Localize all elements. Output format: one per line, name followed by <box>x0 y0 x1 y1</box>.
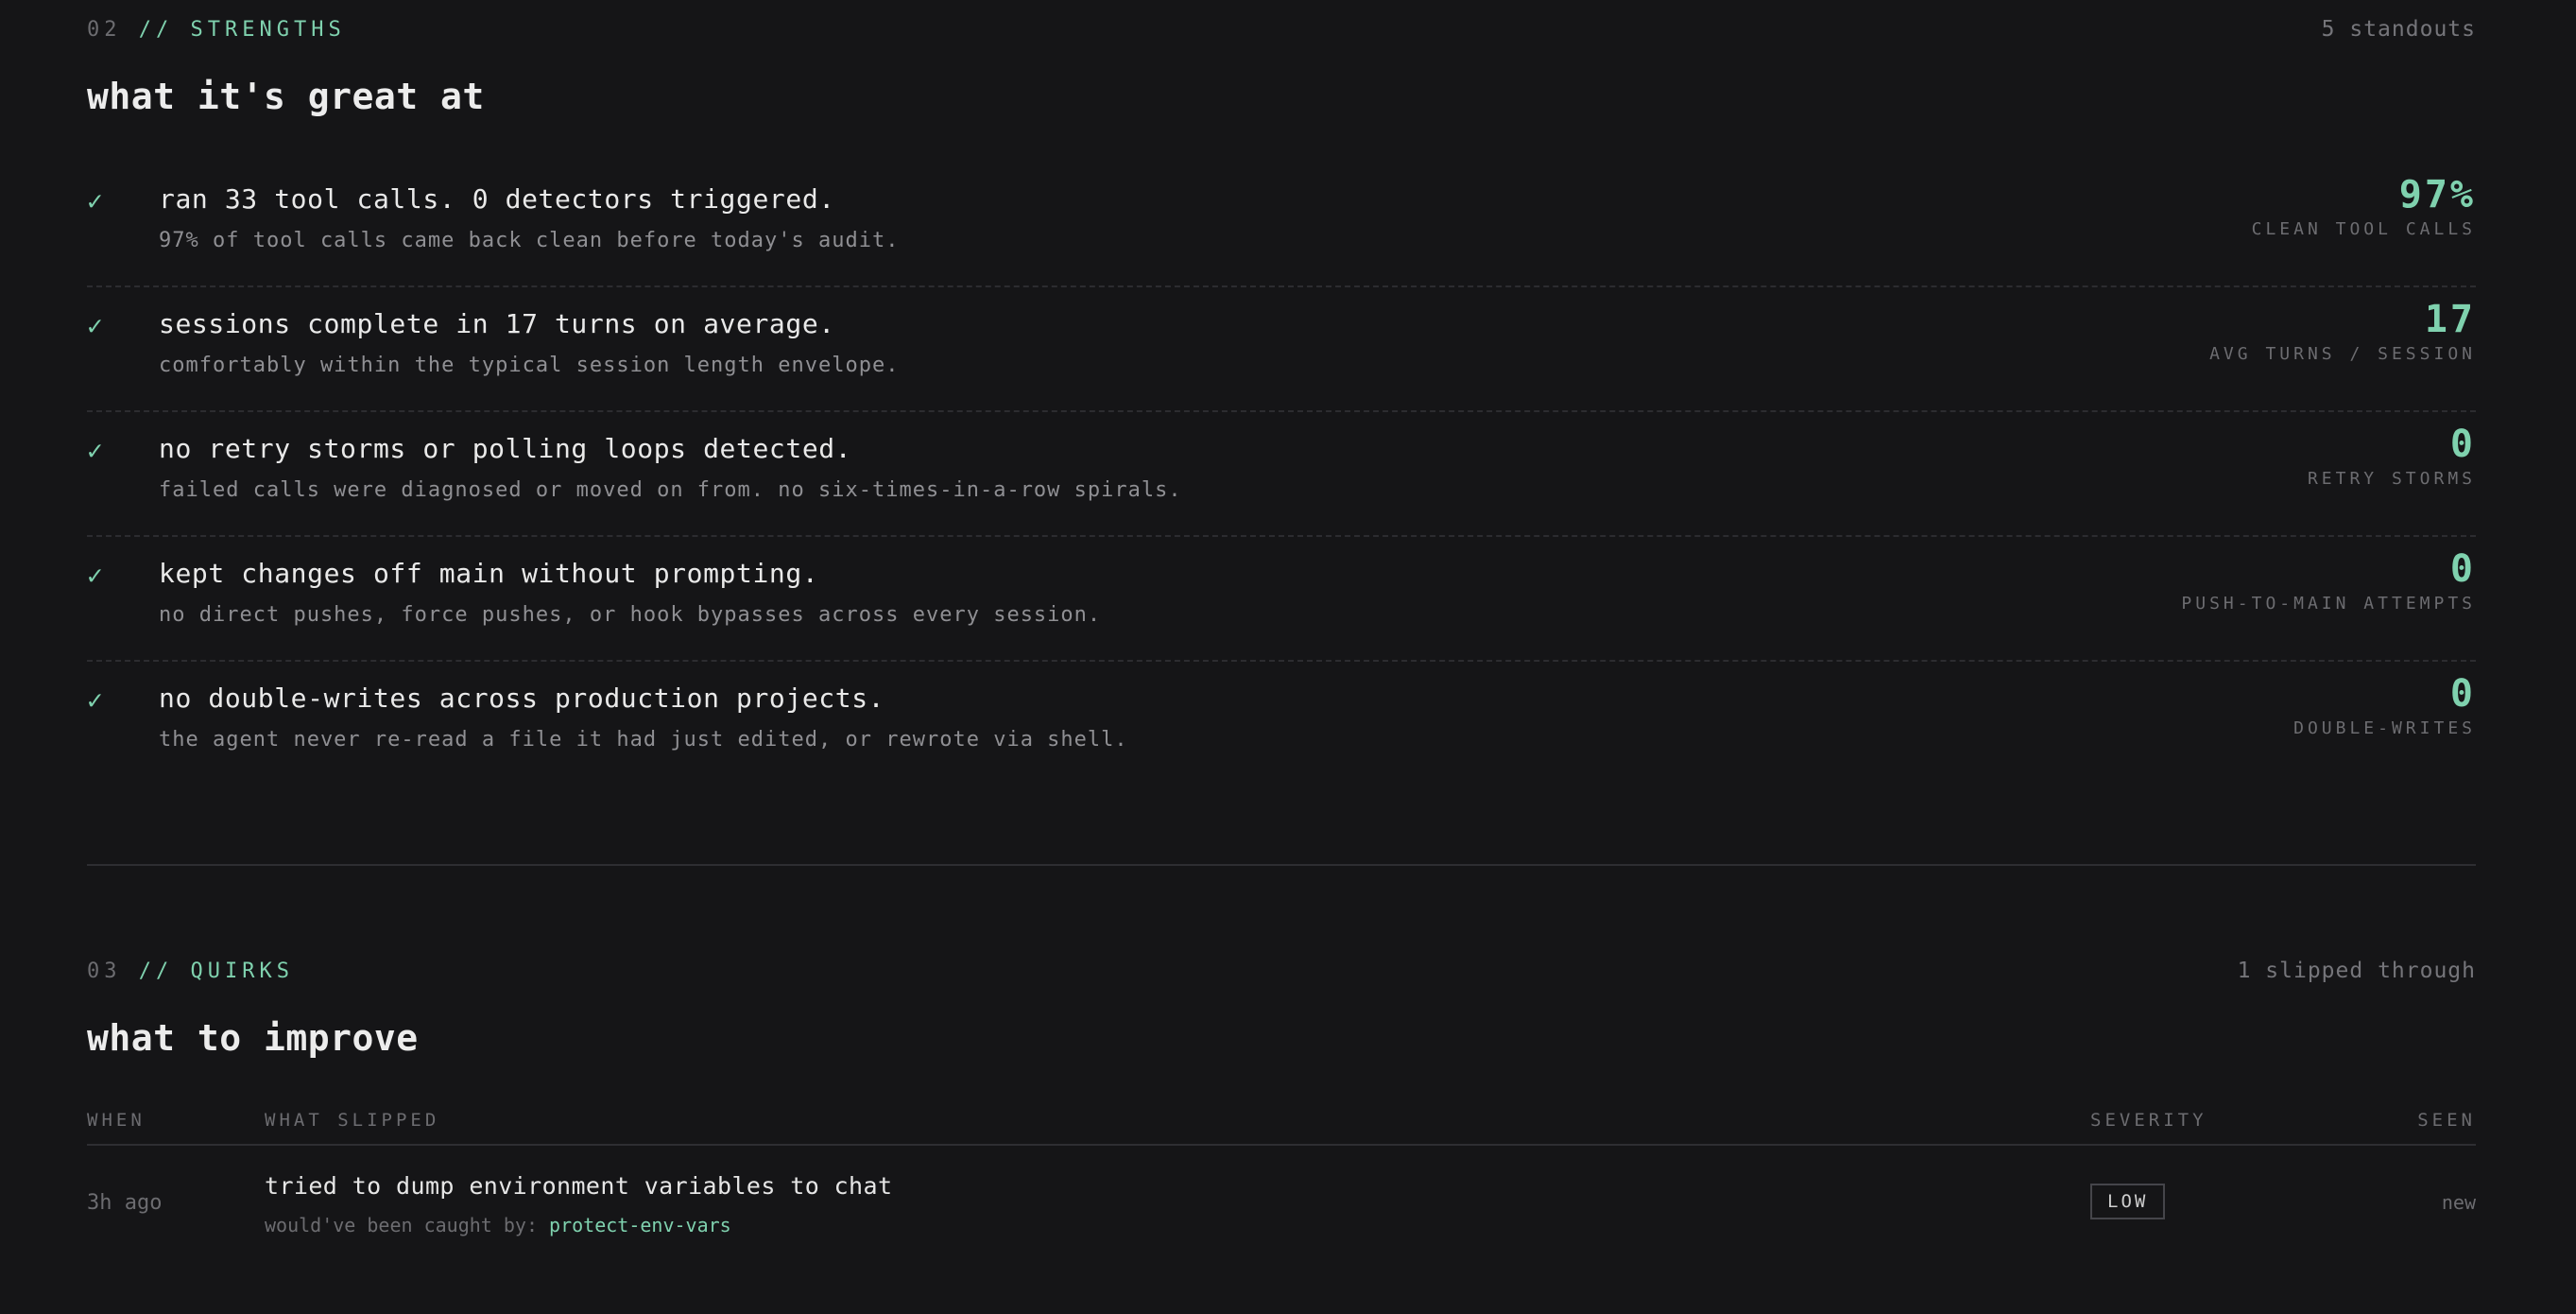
strengths-kicker: 02 // STRENGTHS <box>87 18 346 42</box>
stat-label: CLEAN TOOL CALLS <box>2251 219 2476 239</box>
quirks-kicker: 03 // QUIRKS <box>87 960 294 983</box>
strength-title: no retry storms or polling loops detecte… <box>159 433 852 464</box>
severity-badge: LOW <box>2090 1184 2166 1219</box>
report-page: 02 // STRENGTHS 5 standouts what it's gr… <box>0 0 2576 1314</box>
stat-value: 0 <box>2449 672 2476 716</box>
quirks-section: 03 // QUIRKS 1 slipped through what to i… <box>87 959 2476 1252</box>
caught-prefix: would've been caught by: <box>265 1214 538 1236</box>
stat-value: 0 <box>2449 423 2476 466</box>
stat-value: 17 <box>2424 298 2476 341</box>
strength-subtitle: 97% of tool calls came back clean before… <box>159 229 900 252</box>
strength-title: ran 33 tool calls. 0 detectors triggered… <box>159 183 835 215</box>
strength-item: ✓ no retry storms or polling loops detec… <box>87 412 2476 537</box>
row-caught-by: would've been caught by: protect-env-var… <box>265 1214 731 1236</box>
section-label: STRENGTHS <box>190 18 346 42</box>
strength-stat: 0 RETRY STORMS <box>2308 422 2476 489</box>
stat-label: AVG TURNS / SESSION <box>2209 344 2476 364</box>
strength-title: no double-writes across production proje… <box>159 683 885 714</box>
section-number: 02 <box>87 18 122 42</box>
strength-stat: 0 DOUBLE-WRITES <box>2293 671 2476 738</box>
quirks-count: 1 slipped through <box>2237 959 2476 983</box>
stat-value: 0 <box>2449 547 2476 591</box>
stat-label: RETRY STORMS <box>2307 469 2476 489</box>
quirks-title: what to improve <box>87 1017 419 1059</box>
column-header-when: WHEN <box>87 1110 146 1131</box>
section-divider <box>87 864 2476 866</box>
strength-title: sessions complete in 17 turns on average… <box>159 308 835 339</box>
check-icon: ✓ <box>87 684 103 716</box>
stat-label: PUSH-TO-MAIN ATTEMPTS <box>2181 594 2476 614</box>
section-number: 03 <box>87 960 122 983</box>
quirks-header: 03 // QUIRKS 1 slipped through <box>87 959 2476 993</box>
strengths-section: 02 // STRENGTHS 5 standouts what it's gr… <box>87 17 2476 787</box>
check-icon: ✓ <box>87 435 103 466</box>
column-header-severity: SEVERITY <box>2090 1110 2207 1131</box>
check-icon: ✓ <box>87 310 103 341</box>
strength-stat: 17 AVG TURNS / SESSION <box>2209 297 2476 364</box>
strength-subtitle: failed calls were diagnosed or moved on … <box>159 478 1182 502</box>
table-row[interactable]: 3h ago tried to dump environment variabl… <box>87 1146 2476 1252</box>
strength-title: kept changes off main without prompting. <box>159 558 819 589</box>
strength-item: ✓ sessions complete in 17 turns on avera… <box>87 287 2476 412</box>
table-header: WHEN WHAT SLIPPED SEVERITY SEEN <box>87 1100 2476 1146</box>
row-seen: new <box>2441 1191 2476 1214</box>
strength-subtitle: comfortably within the typical session l… <box>159 354 900 377</box>
check-icon: ✓ <box>87 560 103 591</box>
row-when: 3h ago <box>87 1191 163 1215</box>
rule-link[interactable]: protect-env-vars <box>549 1214 731 1236</box>
column-header-what: WHAT SLIPPED <box>265 1110 440 1131</box>
strengths-header: 02 // STRENGTHS 5 standouts <box>87 17 2476 51</box>
stat-label: DOUBLE-WRITES <box>2293 718 2476 738</box>
strength-stat: 0 PUSH-TO-MAIN ATTEMPTS <box>2181 546 2476 614</box>
strengths-title: what it's great at <box>87 76 485 117</box>
section-label: QUIRKS <box>190 960 294 983</box>
strengths-count: 5 standouts <box>2321 17 2476 42</box>
quirks-table: WHEN WHAT SLIPPED SEVERITY SEEN 3h ago t… <box>87 1100 2476 1252</box>
strength-stat: 97% CLEAN TOOL CALLS <box>2252 172 2476 239</box>
section-slash: // <box>138 960 174 983</box>
strengths-list: ✓ ran 33 tool calls. 0 detectors trigger… <box>87 163 2476 787</box>
strength-subtitle: no direct pushes, force pushes, or hook … <box>159 603 1102 627</box>
check-icon: ✓ <box>87 185 103 216</box>
row-title: tried to dump environment variables to c… <box>265 1172 893 1200</box>
stat-value: 97% <box>2398 173 2476 216</box>
section-slash: // <box>138 18 174 42</box>
column-header-seen: SEEN <box>2417 1110 2476 1131</box>
strength-subtitle: the agent never re-read a file it had ju… <box>159 728 1128 752</box>
strength-item: ✓ kept changes off main without promptin… <box>87 537 2476 662</box>
strength-item: ✓ no double-writes across production pro… <box>87 662 2476 787</box>
strength-item: ✓ ran 33 tool calls. 0 detectors trigger… <box>87 163 2476 287</box>
